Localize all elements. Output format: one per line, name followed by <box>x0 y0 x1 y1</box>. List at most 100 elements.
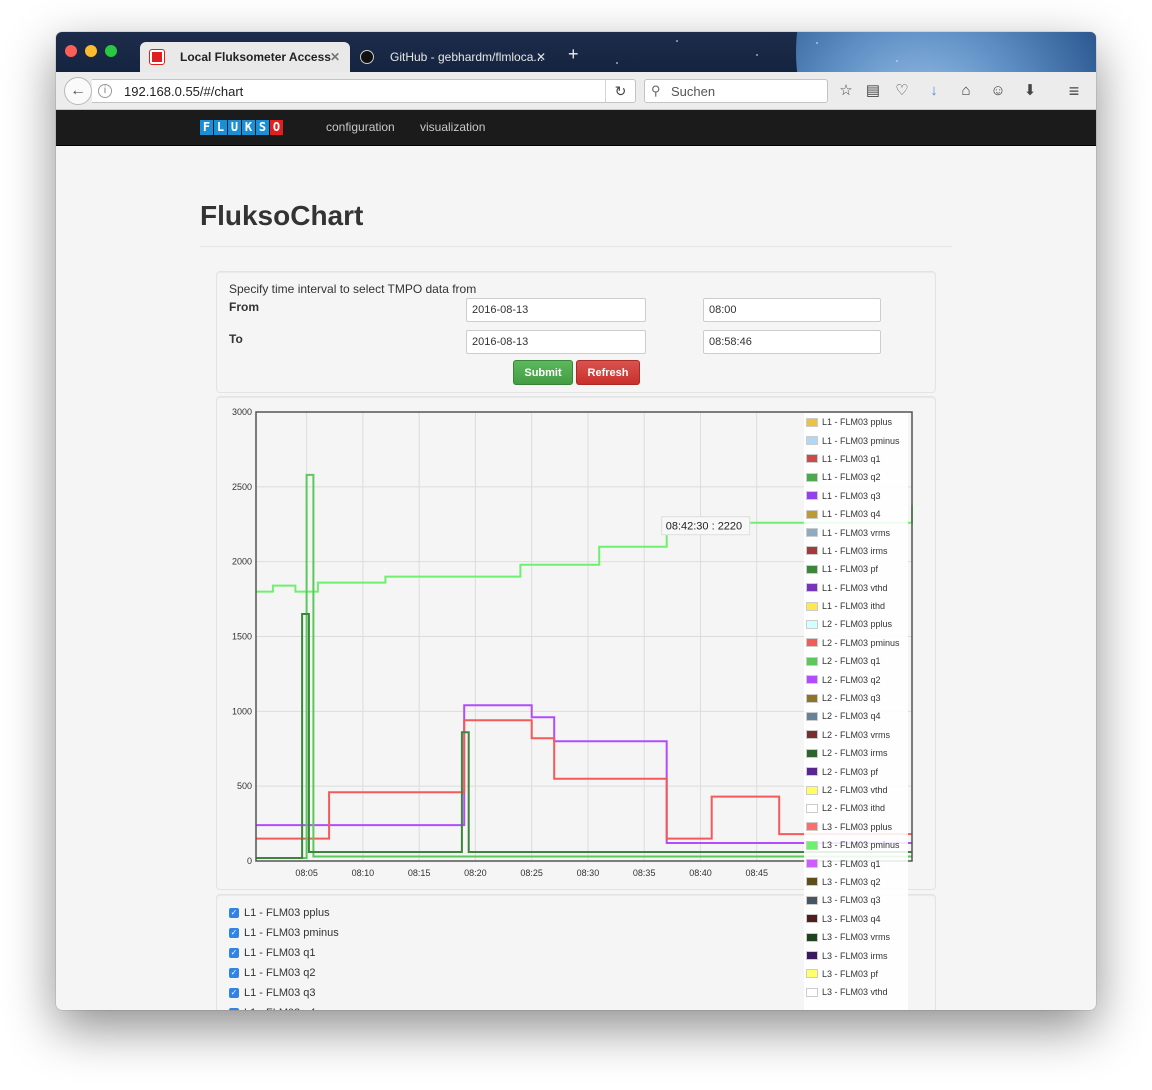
legend-item: L3 - FLM03 q1 <box>804 854 908 872</box>
close-tab-icon[interactable]: ✕ <box>536 42 546 72</box>
checkbox-checked-icon[interactable]: ✓ <box>229 968 239 978</box>
submit-button[interactable]: Submit <box>513 360 573 385</box>
back-arrow-icon[interactable]: ← <box>64 77 92 105</box>
y-tick-label: 0 <box>247 856 252 866</box>
checkbox-checked-icon[interactable]: ✓ <box>229 1008 239 1010</box>
legend-label: L2 - FLM03 q4 <box>822 711 881 722</box>
hello-chat-icon[interactable]: ☺ <box>988 81 1008 101</box>
to-date-input[interactable]: 2016-08-13 <box>466 330 646 354</box>
legend-label: L1 - FLM03 ithd <box>822 601 886 612</box>
legend-item: L3 - FLM03 vthd <box>804 983 908 1001</box>
legend-label: L2 - FLM03 pplus <box>822 619 893 630</box>
legend-swatch <box>806 638 818 648</box>
legend-swatch <box>806 895 818 905</box>
legend-label: L3 - FLM03 q1 <box>822 858 881 869</box>
legend-label: L3 - FLM03 vthd <box>822 987 888 998</box>
series-checkbox-row[interactable]: ✓ L1 - FLM03 q2 <box>229 963 339 983</box>
legend-swatch <box>806 583 818 593</box>
site-info-icon[interactable]: i <box>98 84 112 98</box>
legend-swatch <box>806 436 818 446</box>
chart-legend: L1 - FLM03 pplus L1 - FLM03 pminus L1 - FL… <box>804 413 908 1010</box>
legend-swatch <box>806 509 818 519</box>
zoom-window-button[interactable] <box>105 45 117 57</box>
from-date-input[interactable]: 2016-08-13 <box>466 298 646 322</box>
series-checkbox-row[interactable]: ✓ L1 - FLM03 pminus <box>229 923 339 943</box>
reload-icon[interactable]: ↻ <box>605 80 635 102</box>
legend-swatch <box>806 601 818 611</box>
bookmark-star-icon[interactable]: ☆ <box>836 81 856 101</box>
x-tick-label: 08:20 <box>464 868 487 878</box>
pocket-icon[interactable]: ♡ <box>892 81 912 101</box>
checkbox-checked-icon[interactable]: ✓ <box>229 948 239 958</box>
legend-item: L2 - FLM03 q4 <box>804 707 908 725</box>
minimize-window-button[interactable] <box>85 45 97 57</box>
legend-swatch <box>806 528 818 538</box>
legend-item: L1 - FLM03 pplus <box>804 413 908 431</box>
legend-label: L1 - FLM03 vrms <box>822 527 891 538</box>
from-time-input[interactable]: 08:00 <box>703 298 881 322</box>
legend-label: L1 - FLM03 q3 <box>822 490 881 501</box>
close-window-button[interactable] <box>65 45 77 57</box>
x-tick-label: 08:10 <box>352 868 375 878</box>
to-time-input[interactable]: 08:58:46 <box>703 330 881 354</box>
nav-configuration[interactable]: configuration <box>326 120 395 134</box>
home-icon[interactable]: ⌂ <box>956 81 976 101</box>
tab-title: GitHub - gebhardm/flmloca... <box>390 50 544 64</box>
tab-strip: Local Fluksometer Access ✕ GitHub - gebh… <box>56 32 1096 72</box>
series-checkbox-row[interactable]: ✓ L1 - FLM03 pplus <box>229 903 339 923</box>
legend-item: L1 - FLM03 q3 <box>804 487 908 505</box>
legend-swatch <box>806 877 818 887</box>
series-checkbox-label: L1 - FLM03 q3 <box>244 987 316 999</box>
y-tick-label: 2000 <box>232 557 252 567</box>
nav-visualization[interactable]: visualization <box>420 120 485 134</box>
reading-list-icon[interactable]: ▤ <box>863 81 883 101</box>
legend-item: L3 - FLM03 q2 <box>804 873 908 891</box>
tab-local-fluksometer[interactable]: Local Fluksometer Access ✕ <box>140 42 350 72</box>
tab-github[interactable]: GitHub - gebhardm/flmloca... ✕ <box>350 42 556 72</box>
to-label: To <box>229 332 243 346</box>
series-checkbox-row[interactable]: ✓ L1 - FLM03 q4 <box>229 1003 339 1010</box>
browser-window: Local Fluksometer Access ✕ GitHub - gebh… <box>56 32 1096 1010</box>
flukso-logo[interactable]: F L U K S O <box>200 120 284 136</box>
legend-label: L3 - FLM03 q4 <box>822 913 881 924</box>
legend-swatch <box>806 840 818 850</box>
checkbox-checked-icon[interactable]: ✓ <box>229 988 239 998</box>
legend-item: L2 - FLM03 q3 <box>804 689 908 707</box>
close-tab-icon[interactable]: ✕ <box>330 42 340 72</box>
downloads-icon[interactable]: ⬇ <box>1020 81 1040 101</box>
legend-swatch <box>806 730 818 740</box>
legend-label: L3 - FLM03 q3 <box>822 895 881 906</box>
refresh-button[interactable]: Refresh <box>576 360 640 385</box>
checkbox-checked-icon[interactable]: ✓ <box>229 928 239 938</box>
legend-label: L2 - FLM03 vrms <box>822 729 891 740</box>
download-arrow-icon[interactable]: ↓ <box>924 81 944 101</box>
legend-swatch <box>806 546 818 556</box>
legend-swatch <box>806 472 818 482</box>
legend-swatch <box>806 859 818 869</box>
x-tick-label: 08:35 <box>633 868 656 878</box>
search-input[interactable]: ⚲ Suchen <box>644 79 828 103</box>
checkbox-checked-icon[interactable]: ✓ <box>229 908 239 918</box>
legend-swatch <box>806 932 818 942</box>
series-checkbox-row[interactable]: ✓ L1 - FLM03 q3 <box>229 983 339 1003</box>
series-checkbox-row[interactable]: ✓ L1 - FLM03 q1 <box>229 943 339 963</box>
series-checklist: ✓ L1 - FLM03 pplus ✓ L1 - FLM03 pminus ✓ L1 -… <box>229 903 339 1010</box>
legend-label: L1 - FLM03 irms <box>822 545 888 556</box>
y-tick-label: 1500 <box>232 632 252 642</box>
legend-label: L2 - FLM03 irms <box>822 748 888 759</box>
url-text: 192.168.0.55/#/chart <box>124 84 244 99</box>
legend-swatch <box>806 711 818 721</box>
legend-item: L1 - FLM03 ithd <box>804 597 908 615</box>
series-checkbox-label: L1 - FLM03 q2 <box>244 967 316 979</box>
legend-swatch <box>806 914 818 924</box>
url-bar[interactable]: i 192.168.0.55/#/chart ↻ <box>92 79 636 103</box>
legend-item: L2 - FLM03 q2 <box>804 670 908 688</box>
hamburger-menu-icon[interactable]: ≡ <box>1064 81 1084 101</box>
new-tab-plus-icon[interactable]: + <box>568 44 579 65</box>
legend-item: L2 - FLM03 pminus <box>804 634 908 652</box>
legend-label: L3 - FLM03 vrms <box>822 932 891 943</box>
legend-swatch <box>806 785 818 795</box>
legend-item: L2 - FLM03 pplus <box>804 615 908 633</box>
navigation-bar: ← i 192.168.0.55/#/chart ↻ ⚲ Suchen ☆ ▤ … <box>56 72 1096 110</box>
legend-swatch <box>806 748 818 758</box>
